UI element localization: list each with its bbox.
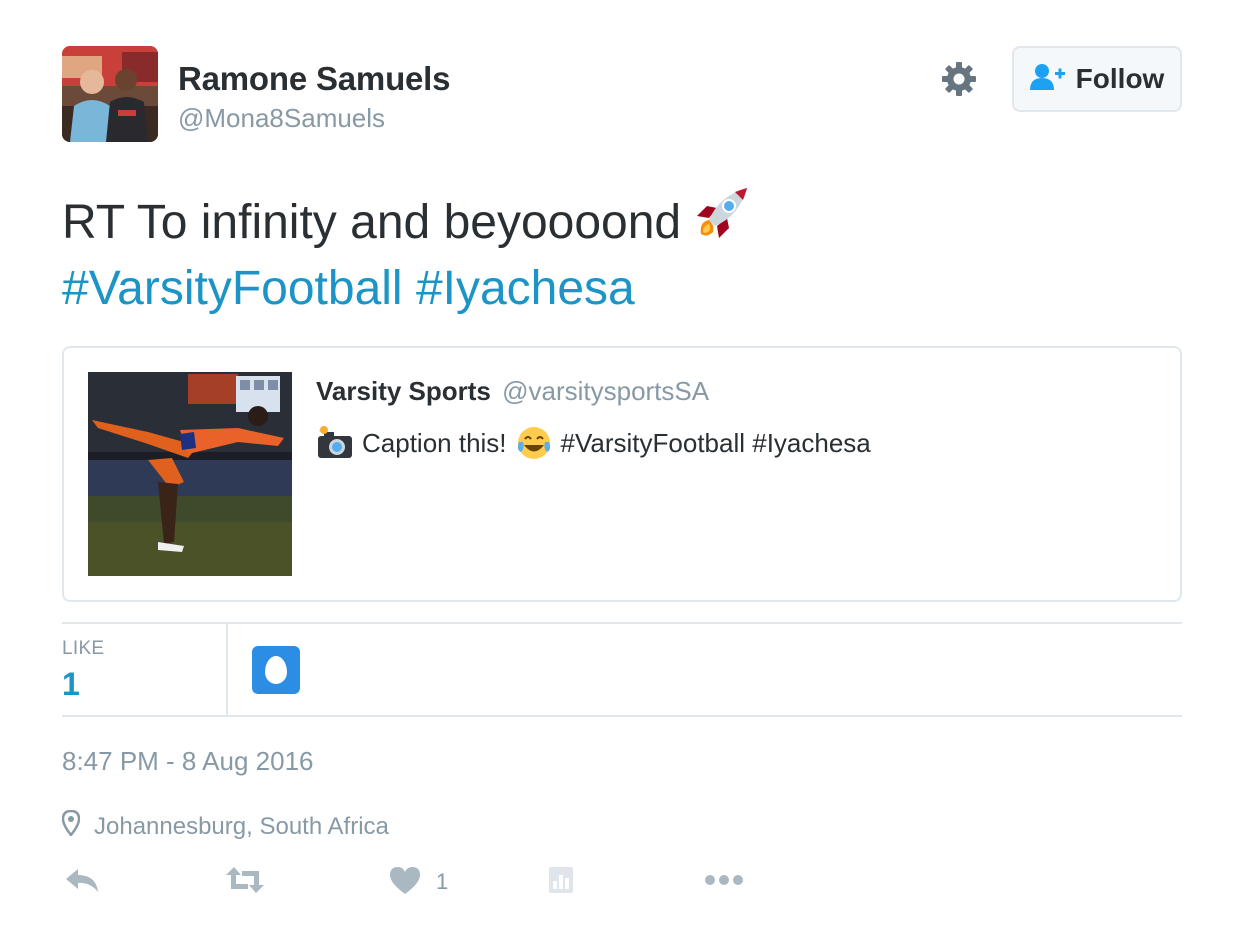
follow-label: Follow [1075,63,1165,94]
tweet-actions: 1 [62,862,762,902]
egg-avatar-icon [265,656,287,684]
like-stat-label: LIKE [62,638,105,659]
tears-of-joy-emoji [515,424,553,462]
like-stat-count[interactable]: 1 [62,666,80,703]
tweet-timestamp[interactable]: 8:47 PM - 8 Aug 2016 [62,746,314,777]
reply-icon [64,865,100,900]
author-name[interactable]: Ramone Samuels [178,60,451,98]
quoted-tweet-text: Caption this! #VarsityFootball #Iyachesa [316,424,871,462]
hashtag-link[interactable]: #Iyachesa [416,262,635,315]
camera-flash-emoji [316,424,354,462]
tweet-line-1: RT To infinity and beyoooond [62,180,1162,256]
analytics-icon [548,865,574,900]
tweet-line-2: #VarsityFootball #Iyachesa [62,256,1162,322]
retweet-button[interactable] [224,862,266,902]
more-icon [704,873,744,891]
divider [62,622,1182,624]
rocket-emoji [689,180,755,246]
quoted-tweet-image [88,372,292,576]
location-pin-icon [61,809,81,843]
quoted-author-name: Varsity Sports [316,376,491,406]
location-label: Johannesburg, South Africa [94,812,389,840]
liker-avatar[interactable] [252,646,300,694]
divider [62,715,1182,717]
stats-separator [226,624,228,716]
tweet-body: RT To infinity and beyoooond [62,196,682,249]
quoted-tweet-author: Varsity Sports @varsitysportsSA [316,376,709,407]
tweet-location[interactable]: Johannesburg, South Africa [61,809,389,843]
author-avatar[interactable] [62,46,158,142]
quoted-author-handle: @varsitysportsSA [502,376,710,406]
more-button[interactable] [704,862,744,902]
tweet-text: RT To infinity and beyoooond #VarsityFoo… [62,180,1162,322]
heart-icon [388,865,422,900]
follow-person-icon [1029,63,1066,96]
like-action-count: 1 [436,869,449,894]
follow-button[interactable]: Follow [1012,46,1182,112]
reply-button[interactable] [64,862,100,902]
author-handle[interactable]: @Mona8Samuels [178,103,385,134]
gear-icon[interactable] [940,60,978,98]
like-button[interactable]: 1 [388,862,448,902]
quoted-tweet-body: Caption this! [362,427,507,458]
quoted-tweet-hashtags: #VarsityFootball #Iyachesa [560,427,871,458]
hashtag-link[interactable]: #VarsityFootball [62,262,403,315]
quoted-tweet-card[interactable]: Varsity Sports @varsitysportsSA Caption … [62,346,1182,602]
retweet-icon [224,865,266,900]
analytics-button[interactable] [548,862,574,902]
